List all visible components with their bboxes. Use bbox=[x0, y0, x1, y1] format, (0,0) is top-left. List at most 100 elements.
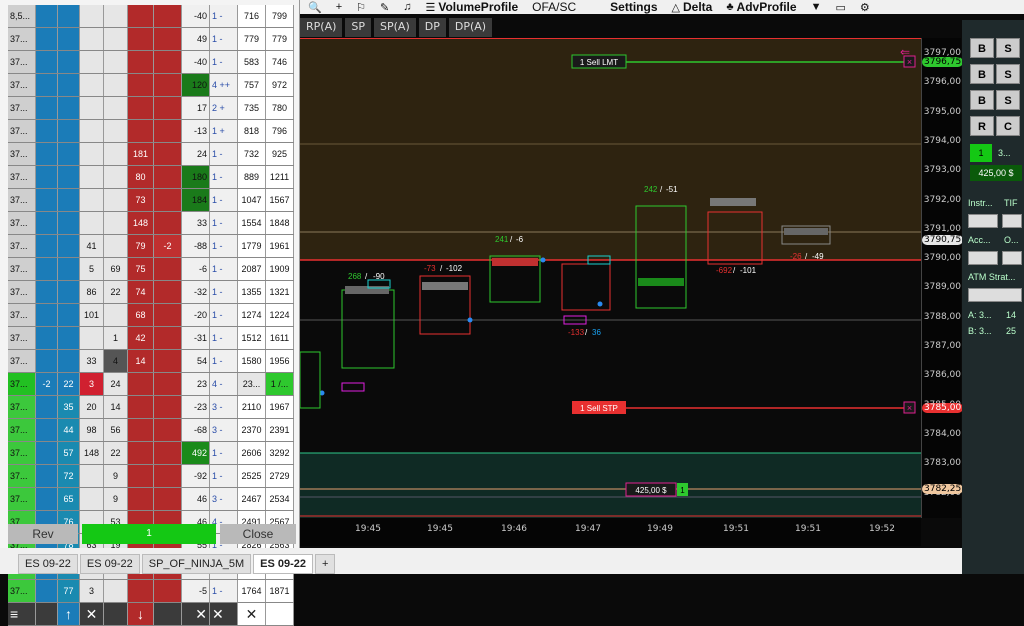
ladder-cell[interactable] bbox=[58, 74, 80, 96]
ladder-cell[interactable] bbox=[36, 419, 58, 441]
volumeprofile-button[interactable]: ☰ VolumeProfile bbox=[425, 0, 518, 14]
ladder-cell[interactable]: 80 bbox=[128, 166, 154, 188]
ladder-cell[interactable]: 68 bbox=[128, 304, 154, 326]
ladder-cell[interactable] bbox=[36, 580, 58, 602]
account-select[interactable] bbox=[968, 251, 998, 265]
ladder-cell[interactable] bbox=[154, 488, 182, 510]
ladder-cell[interactable] bbox=[154, 5, 182, 27]
ladder-cell[interactable] bbox=[36, 465, 58, 487]
table-row[interactable]: 37... -2 22 3 24 23 4 -23... 1 /... bbox=[8, 373, 294, 396]
table-row[interactable]: 37... 120 4 ++ 757 972 bbox=[8, 74, 294, 97]
buy-limit-button[interactable]: B bbox=[970, 64, 994, 84]
ladder-cell[interactable] bbox=[154, 396, 182, 418]
ladder-cell[interactable] bbox=[36, 5, 58, 27]
ladder-cell[interactable] bbox=[154, 350, 182, 372]
settings-gear-icon[interactable]: ⚙ bbox=[860, 1, 870, 14]
ladder-cell[interactable] bbox=[58, 143, 80, 165]
ladder-cell[interactable] bbox=[128, 465, 154, 487]
table-row[interactable]: 37... -13 1 +818 796 bbox=[8, 120, 294, 143]
ladder-cell[interactable] bbox=[36, 442, 58, 464]
quantity-button[interactable]: 1 bbox=[82, 524, 216, 544]
ladder-cell[interactable]: 79 bbox=[128, 235, 154, 257]
table-row[interactable]: 37... -40 1 -583 746 bbox=[8, 51, 294, 74]
buy-stop-button[interactable]: B bbox=[970, 90, 994, 110]
ladder-cell[interactable] bbox=[154, 419, 182, 441]
ladder-cell[interactable]: 44 bbox=[58, 419, 80, 441]
ladder-cell[interactable] bbox=[36, 281, 58, 303]
ladder-cell[interactable]: 77 bbox=[58, 580, 80, 602]
ladder-cell[interactable] bbox=[58, 350, 80, 372]
ladder-cell[interactable] bbox=[128, 373, 154, 395]
cancel-icon[interactable]: ✕ bbox=[210, 603, 238, 625]
table-row[interactable]: 37... 80 180 1 -889 1211 bbox=[8, 166, 294, 189]
table-row[interactable]: 8,5... -40 1 -716 799 bbox=[8, 5, 294, 28]
ladder-cell[interactable] bbox=[128, 396, 154, 418]
table-row[interactable]: 37... 1 42 -31 1 -1512 1611 bbox=[8, 327, 294, 350]
ladder-cell[interactable] bbox=[154, 373, 182, 395]
instrument-select[interactable] bbox=[968, 214, 998, 228]
ladder-cell[interactable]: 148 bbox=[128, 212, 154, 234]
ladder-cell[interactable] bbox=[36, 28, 58, 50]
sell-limit-button[interactable]: S bbox=[996, 64, 1020, 84]
ladder-cell[interactable] bbox=[154, 143, 182, 165]
ladder-cell[interactable]: -2 bbox=[154, 235, 182, 257]
tab-es-1[interactable]: ES 09-22 bbox=[18, 554, 78, 574]
tab-dp-a[interactable]: DP(A) bbox=[448, 18, 493, 37]
ladder-cell[interactable] bbox=[154, 327, 182, 349]
ladder-cell[interactable]: -2 bbox=[36, 373, 58, 395]
table-row[interactable]: 37... 181 24 1 -732 925 bbox=[8, 143, 294, 166]
tab-sp-a[interactable]: SP(A) bbox=[374, 18, 416, 37]
tab-es-active[interactable]: ES 09-22 bbox=[253, 554, 313, 574]
sell-market-button[interactable]: S bbox=[996, 38, 1020, 58]
ladder-cell[interactable] bbox=[36, 120, 58, 142]
pencil-icon[interactable]: ✎ bbox=[380, 1, 389, 14]
ladder-cell[interactable] bbox=[128, 97, 154, 119]
drawing-icon[interactable]: ⚐ bbox=[356, 1, 366, 14]
tab-es-2[interactable]: ES 09-22 bbox=[79, 554, 140, 574]
ladder-cell[interactable] bbox=[58, 327, 80, 349]
reverse-panel-button[interactable]: R bbox=[970, 116, 994, 136]
ladder-cell[interactable] bbox=[36, 235, 58, 257]
table-row[interactable]: 37... 5 69 75 -6 1 -2087 1909 bbox=[8, 258, 294, 281]
ladder-cell[interactable]: 75 bbox=[128, 258, 154, 280]
ladder-cell[interactable] bbox=[154, 166, 182, 188]
zoom-icon[interactable]: 🔍 bbox=[308, 1, 322, 14]
tab-sp[interactable]: SP bbox=[345, 18, 372, 37]
ladder-cell[interactable] bbox=[154, 212, 182, 234]
ladder-cell[interactable] bbox=[36, 350, 58, 372]
sell-arrow-icon[interactable]: ↓ bbox=[128, 603, 154, 625]
table-row[interactable]: 37... 73 184 1 -1047 1567 bbox=[8, 189, 294, 212]
tab-rp-a[interactable]: RP(A) bbox=[300, 18, 343, 37]
panel-qty[interactable]: 1 bbox=[970, 144, 992, 162]
ladder-cell[interactable]: 72 bbox=[58, 465, 80, 487]
ladder-cell[interactable]: 65 bbox=[58, 488, 80, 510]
ladder-cell[interactable] bbox=[58, 5, 80, 27]
ladder-cell[interactable]: 57 bbox=[58, 442, 80, 464]
dropdown-icon[interactable]: ▼ bbox=[811, 1, 822, 13]
ladder-cell[interactable] bbox=[154, 189, 182, 211]
ladder-cell[interactable] bbox=[154, 51, 182, 73]
oco-select[interactable] bbox=[1002, 251, 1022, 265]
drag-arrow-icon[interactable]: ⇐ bbox=[900, 45, 910, 59]
ladder-cell[interactable] bbox=[154, 465, 182, 487]
ladder-cell[interactable] bbox=[128, 74, 154, 96]
ladder-cell[interactable] bbox=[36, 396, 58, 418]
buy-arrow-icon[interactable]: ↑ bbox=[58, 603, 80, 625]
ladder-cell[interactable] bbox=[58, 28, 80, 50]
ladder-cell[interactable] bbox=[154, 442, 182, 464]
ladder-cell[interactable]: 22 bbox=[58, 373, 80, 395]
ladder-cell[interactable] bbox=[128, 120, 154, 142]
ladder-cell[interactable] bbox=[36, 258, 58, 280]
reverse-button[interactable]: Rev bbox=[8, 524, 78, 544]
ladder-cell[interactable] bbox=[154, 28, 182, 50]
ladder-cell[interactable] bbox=[128, 580, 154, 602]
ladder-cell[interactable] bbox=[154, 120, 182, 142]
ladder-cell[interactable] bbox=[36, 74, 58, 96]
tab-sp-of-ninja[interactable]: SP_OF_NINJA_5M bbox=[141, 554, 252, 574]
table-row[interactable]: 37... 44 98 56 -68 3 -2370 2391 bbox=[8, 419, 294, 442]
tif-select[interactable] bbox=[1002, 214, 1022, 228]
table-row[interactable]: 37... 33 4 14 54 1 -1580 1956 bbox=[8, 350, 294, 373]
table-row[interactable]: 37... 72 9 -92 1 -2525 2729 bbox=[8, 465, 294, 488]
settings-button[interactable]: Settings bbox=[610, 0, 657, 14]
table-row[interactable]: 37... 17 2 +735 780 bbox=[8, 97, 294, 120]
